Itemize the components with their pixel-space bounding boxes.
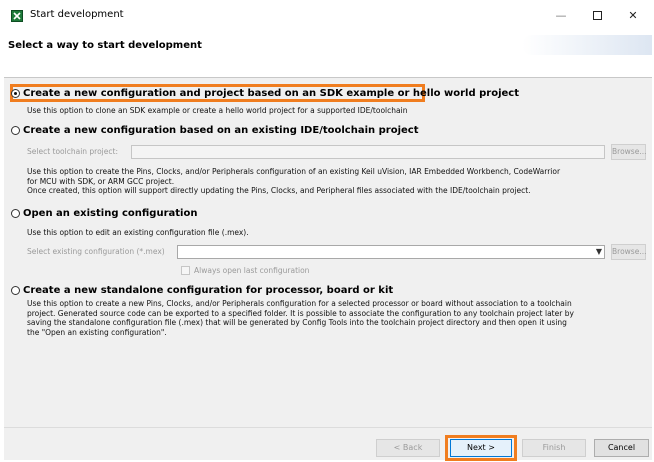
always-open-last-checkbox[interactable] xyxy=(181,266,190,275)
option-existing-toolchain-label: Create a new configuration based on an e… xyxy=(23,125,419,136)
description-line: Use this option to create the Pins, Cloc… xyxy=(27,167,561,176)
option-sdk-example[interactable]: Create a new configuration and project b… xyxy=(11,88,519,99)
always-open-last-label: Always open last configuration xyxy=(194,266,310,275)
maximize-icon xyxy=(592,10,602,20)
description-line: Use this option to create a new Pins, Cl… xyxy=(27,299,572,308)
description-line: the "Open an existing configuration". xyxy=(27,327,167,337)
toolchain-project-input[interactable] xyxy=(131,145,605,159)
next-button[interactable]: Next > xyxy=(450,439,512,457)
option-open-existing-label: Open an existing configuration xyxy=(23,208,198,219)
radio-existing-toolchain[interactable] xyxy=(11,126,20,135)
minimize-icon: — xyxy=(555,8,567,22)
radio-sdk-example[interactable] xyxy=(11,89,20,98)
window-title: Start development xyxy=(30,9,124,20)
existing-config-label: Select existing configuration (*.mex) xyxy=(27,247,165,256)
option-open-existing[interactable]: Open an existing configuration xyxy=(11,208,197,219)
option-standalone[interactable]: Create a new standalone configuration fo… xyxy=(11,285,393,296)
close-button[interactable]: ✕ xyxy=(616,3,650,27)
app-logo-icon xyxy=(11,10,23,22)
options-panel: Create a new configuration and project b… xyxy=(5,79,651,423)
footer-divider xyxy=(4,427,652,428)
existing-config-browse-button[interactable]: Browse... xyxy=(611,244,646,260)
back-button[interactable]: < Back xyxy=(376,439,440,457)
option-standalone-label: Create a new standalone configuration fo… xyxy=(23,285,394,296)
close-icon: ✕ xyxy=(628,8,638,22)
start-development-dialog: Start development — ✕ Select a way to st… xyxy=(4,3,652,461)
always-open-last-checkbox-row[interactable]: Always open last configuration xyxy=(181,266,309,275)
radio-standalone[interactable] xyxy=(11,286,20,295)
option-sdk-example-description: Use this option to clone an SDK example … xyxy=(27,106,408,115)
toolchain-project-label: Select toolchain project: xyxy=(27,147,118,156)
option-open-existing-description: Use this option to edit an existing conf… xyxy=(27,228,249,237)
option-standalone-description: Use this option to create a new Pins, Cl… xyxy=(27,299,574,337)
maximize-button[interactable] xyxy=(580,3,614,27)
chevron-down-icon: ▼ xyxy=(595,247,602,256)
page-title: Select a way to start development xyxy=(8,40,202,51)
finish-button[interactable]: Finish xyxy=(522,439,586,457)
radio-open-existing[interactable] xyxy=(11,209,20,218)
cancel-button[interactable]: Cancel xyxy=(594,439,649,457)
option-existing-toolchain[interactable]: Create a new configuration based on an e… xyxy=(11,125,419,136)
existing-config-select[interactable]: ▼ xyxy=(177,245,605,259)
title-bar[interactable]: Start development — ✕ xyxy=(4,3,652,27)
header-decoration xyxy=(522,35,652,55)
option-existing-toolchain-description: Use this option to create the Pins, Cloc… xyxy=(27,167,560,196)
header-banner: Select a way to start development xyxy=(4,27,652,78)
option-sdk-example-label: Create a new configuration and project b… xyxy=(23,88,519,99)
minimize-button[interactable]: — xyxy=(544,3,578,27)
description-line: for MCU with SDK, or ARM GCC project. xyxy=(27,176,175,186)
description-line: Once created, this option will support d… xyxy=(27,186,531,195)
toolchain-browse-button[interactable]: Browse... xyxy=(611,144,646,160)
description-line: project. Generated source code can be ex… xyxy=(27,308,574,318)
description-line: saving the standalone configuration file… xyxy=(27,318,567,327)
